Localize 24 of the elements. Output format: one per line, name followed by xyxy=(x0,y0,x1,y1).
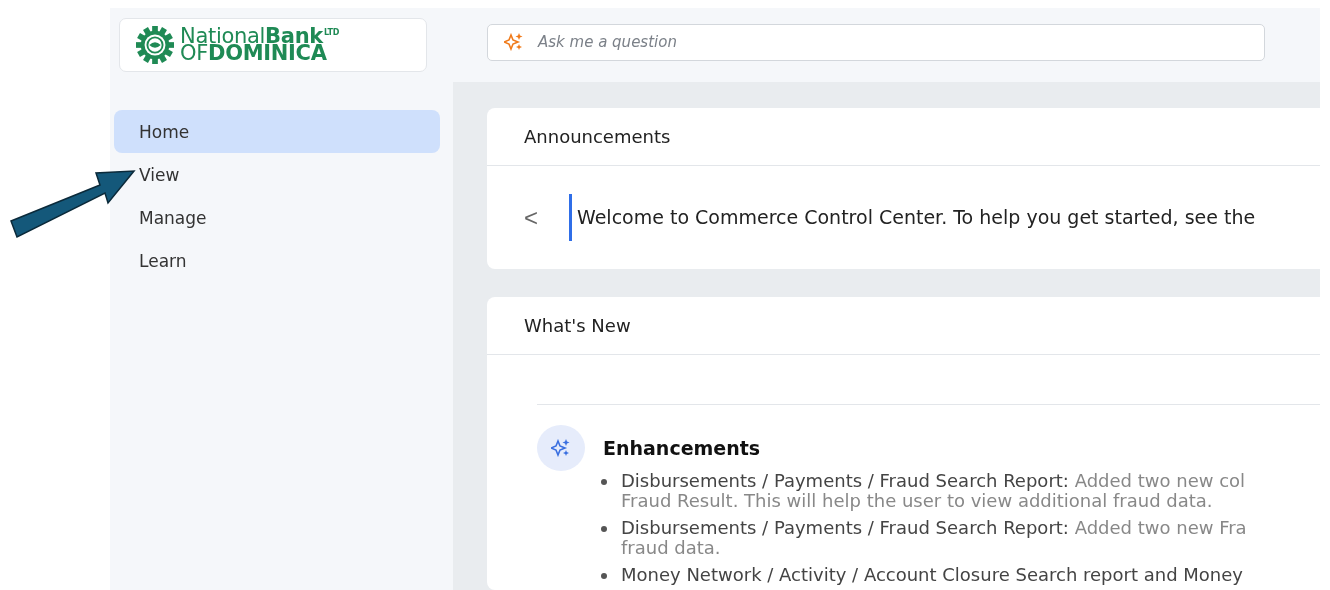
sidebar-item[interactable]: Home xyxy=(114,110,440,153)
card-title: What's New xyxy=(524,315,631,336)
logo-text: OFDOMINICA xyxy=(180,45,328,62)
update-text: Disbursements / Payments / Fraud Search Report: Added two new Fra xyxy=(621,518,1247,538)
logo-text: NationalBank xyxy=(180,28,323,45)
bullet-icon xyxy=(601,526,607,532)
sidebar-item[interactable]: Manage xyxy=(139,196,207,239)
bullet-icon xyxy=(601,479,607,485)
update-text: Fraud Result. This will help the user to view additional fraud data. xyxy=(621,491,1214,511)
update-text: Disbursements / Payments / Fraud Search Report: Added two new col xyxy=(621,471,1246,491)
bullet-icon xyxy=(601,573,607,579)
card-title: Announcements xyxy=(524,126,671,147)
update-text: fraud data. xyxy=(621,538,722,558)
sparkle-icon xyxy=(504,33,524,51)
search-field[interactable]: Ask me a question xyxy=(487,23,1265,61)
previous-button[interactable]: < xyxy=(521,203,541,232)
section-title: Enhancements xyxy=(603,437,761,459)
sidebar-item[interactable]: Learn xyxy=(139,239,187,282)
announcement-text: Welcome to Commerce Control Center. To help you get started, see the xyxy=(569,194,1256,241)
gear-emblem-icon xyxy=(136,26,174,64)
logo-suffix: LTD xyxy=(324,28,339,37)
sidebar-item[interactable]: View xyxy=(139,153,180,196)
update-text: Money Network / Activity / Account Closure Search report and Money xyxy=(621,565,1243,585)
sparkle-icon xyxy=(551,439,571,457)
